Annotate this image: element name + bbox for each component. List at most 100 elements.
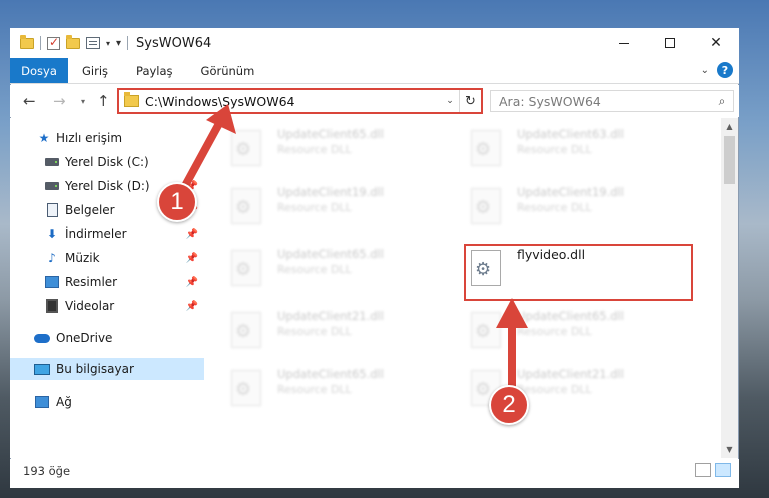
refresh-icon[interactable]: ↻ bbox=[459, 90, 481, 112]
dll-file-icon bbox=[471, 188, 501, 224]
back-arrow-icon[interactable]: ← bbox=[23, 92, 36, 110]
file-type: Resource DLL bbox=[277, 263, 352, 276]
file-type: Resource DLL bbox=[277, 383, 352, 396]
sidebar-item-network[interactable]: Ağ bbox=[10, 391, 204, 413]
dll-file-icon bbox=[231, 130, 261, 166]
file-name: UpdateClient65.dll bbox=[277, 367, 384, 381]
chevron-down-icon[interactable]: ▾ bbox=[106, 39, 110, 48]
navigation-bar: ← → ▾ ↑ C:\Windows\SysWOW64 ⌄ ↻ Ara: Sys… bbox=[10, 85, 739, 117]
file-item[interactable]: UpdateClient21.dll Resource DLL bbox=[205, 300, 435, 350]
file-type: Resource DLL bbox=[277, 201, 352, 214]
folder-icon bbox=[20, 34, 34, 49]
pin-icon[interactable]: 📌 bbox=[186, 253, 198, 264]
dll-file-icon bbox=[231, 312, 261, 348]
sidebar-item-label: Resimler bbox=[65, 275, 118, 289]
sidebar-item-label: OneDrive bbox=[56, 331, 113, 345]
tab-share[interactable]: Paylaş bbox=[122, 58, 187, 83]
sidebar-item-label: Bu bilgisayar bbox=[56, 362, 134, 376]
music-icon: ♪ bbox=[48, 251, 56, 265]
file-type: Resource DLL bbox=[517, 383, 592, 396]
sidebar-item-label: Yerel Disk (C:) bbox=[65, 155, 149, 169]
file-item[interactable]: UpdateClient65.dll Resource DLL bbox=[445, 300, 675, 350]
properties-check-icon[interactable] bbox=[47, 35, 60, 50]
help-icon[interactable]: ? bbox=[717, 62, 733, 78]
sidebar-item-label: Yerel Disk (D:) bbox=[65, 179, 150, 193]
window-controls: ✕ bbox=[601, 28, 739, 58]
documents-icon bbox=[46, 203, 58, 217]
videos-icon bbox=[46, 299, 58, 313]
sidebar-item-pictures[interactable]: Resimler 📌 bbox=[10, 271, 204, 293]
file-list: UpdateClient65.dll Resource DLL UpdateCl… bbox=[205, 118, 721, 458]
new-folder-icon[interactable] bbox=[66, 34, 80, 49]
highlight-frame bbox=[464, 244, 693, 301]
sidebar-item-disk-c[interactable]: Yerel Disk (C:) bbox=[10, 151, 204, 173]
file-item[interactable]: UpdateClient19.dll Resource DLL bbox=[205, 176, 435, 226]
ribbon-right-controls: ⌄ ? bbox=[701, 62, 733, 78]
tab-home[interactable]: Giriş bbox=[68, 58, 122, 83]
file-type: Resource DLL bbox=[517, 143, 592, 156]
vertical-scrollbar[interactable]: ▲ ▼ bbox=[721, 118, 738, 458]
onedrive-icon bbox=[34, 333, 50, 343]
minimize-button[interactable] bbox=[601, 28, 647, 58]
star-icon: ★ bbox=[38, 131, 50, 145]
pin-icon[interactable]: 📌 bbox=[186, 277, 198, 288]
tab-file[interactable]: Dosya bbox=[10, 58, 68, 83]
maximize-icon bbox=[665, 38, 675, 48]
title-divider bbox=[127, 36, 129, 50]
sidebar-item-downloads[interactable]: ⬇ İndirmeler 📌 bbox=[10, 223, 204, 245]
toolbar-divider bbox=[40, 36, 41, 50]
address-dropdown-icon[interactable]: ⌄ bbox=[441, 96, 459, 106]
file-item[interactable]: UpdateClient21.dll Resource DLL bbox=[445, 358, 675, 408]
file-item[interactable]: UpdateClient65.dll Resource DLL bbox=[205, 118, 435, 168]
recent-locations-chevron-icon[interactable]: ▾ bbox=[81, 97, 85, 106]
up-arrow-icon[interactable]: ↑ bbox=[97, 92, 110, 110]
file-name: UpdateClient21.dll bbox=[277, 309, 384, 323]
dll-file-icon bbox=[231, 370, 261, 406]
search-icon[interactable]: ⌕ bbox=[711, 94, 733, 109]
details-view-icon[interactable] bbox=[695, 463, 711, 477]
dll-file-icon bbox=[231, 188, 261, 224]
sidebar-item-videos[interactable]: Videolar 📌 bbox=[10, 295, 204, 317]
sidebar-item-quick-access[interactable]: ★ Hızlı erişim bbox=[10, 127, 204, 149]
tiles-view-icon[interactable] bbox=[715, 463, 731, 477]
address-path[interactable]: C:\Windows\SysWOW64 bbox=[145, 94, 441, 109]
search-input[interactable]: Ara: SysWOW64 ⌕ bbox=[490, 90, 734, 112]
sidebar-item-label: Hızlı erişim bbox=[56, 131, 123, 145]
quick-access-toolbar: ▾ ▾ bbox=[10, 34, 121, 50]
file-item[interactable]: UpdateClient19.dll Resource DLL bbox=[445, 176, 675, 226]
pin-icon[interactable]: 📌 bbox=[186, 229, 198, 240]
close-icon: ✕ bbox=[710, 35, 722, 51]
disk-icon bbox=[45, 182, 59, 190]
dll-file-icon bbox=[471, 312, 501, 348]
file-item[interactable]: UpdateClient65.dll Resource DLL bbox=[205, 238, 435, 288]
file-name: UpdateClient65.dll bbox=[277, 127, 384, 141]
file-name: UpdateClient19.dll bbox=[277, 185, 384, 199]
pin-icon[interactable]: 📌 bbox=[186, 301, 198, 312]
file-type: Resource DLL bbox=[517, 201, 592, 214]
view-switcher bbox=[695, 463, 731, 477]
address-bar[interactable]: C:\Windows\SysWOW64 ⌄ ↻ bbox=[117, 88, 483, 114]
forward-arrow-icon[interactable]: → bbox=[53, 92, 66, 110]
scroll-thumb[interactable] bbox=[724, 136, 735, 184]
file-item[interactable]: UpdateClient63.dll Resource DLL bbox=[445, 118, 675, 168]
close-button[interactable]: ✕ bbox=[693, 28, 739, 58]
pictures-icon bbox=[45, 276, 59, 288]
sidebar-item-music[interactable]: ♪ Müzik 📌 bbox=[10, 247, 204, 269]
tab-view[interactable]: Görünüm bbox=[187, 58, 269, 83]
sidebar-item-label: Müzik bbox=[65, 251, 100, 265]
customize-list-icon[interactable] bbox=[86, 37, 100, 49]
network-icon bbox=[35, 396, 49, 408]
scroll-down-icon[interactable]: ▼ bbox=[721, 441, 738, 458]
scroll-up-icon[interactable]: ▲ bbox=[721, 118, 738, 135]
minimize-icon bbox=[619, 42, 629, 44]
status-bar: 193 öğe bbox=[10, 459, 739, 488]
sidebar-item-this-pc[interactable]: Bu bilgisayar bbox=[10, 358, 204, 380]
sidebar-item-onedrive[interactable]: OneDrive bbox=[10, 327, 204, 349]
expand-ribbon-icon[interactable]: ⌄ bbox=[701, 65, 709, 76]
file-item[interactable]: UpdateClient65.dll Resource DLL bbox=[205, 358, 435, 408]
maximize-button[interactable] bbox=[647, 28, 693, 58]
file-type: Resource DLL bbox=[277, 325, 352, 338]
pin-toolbar-icon[interactable]: ▾ bbox=[116, 38, 121, 49]
sidebar-item-label: Belgeler bbox=[65, 203, 115, 217]
sidebar-item-label: Videolar bbox=[65, 299, 115, 313]
